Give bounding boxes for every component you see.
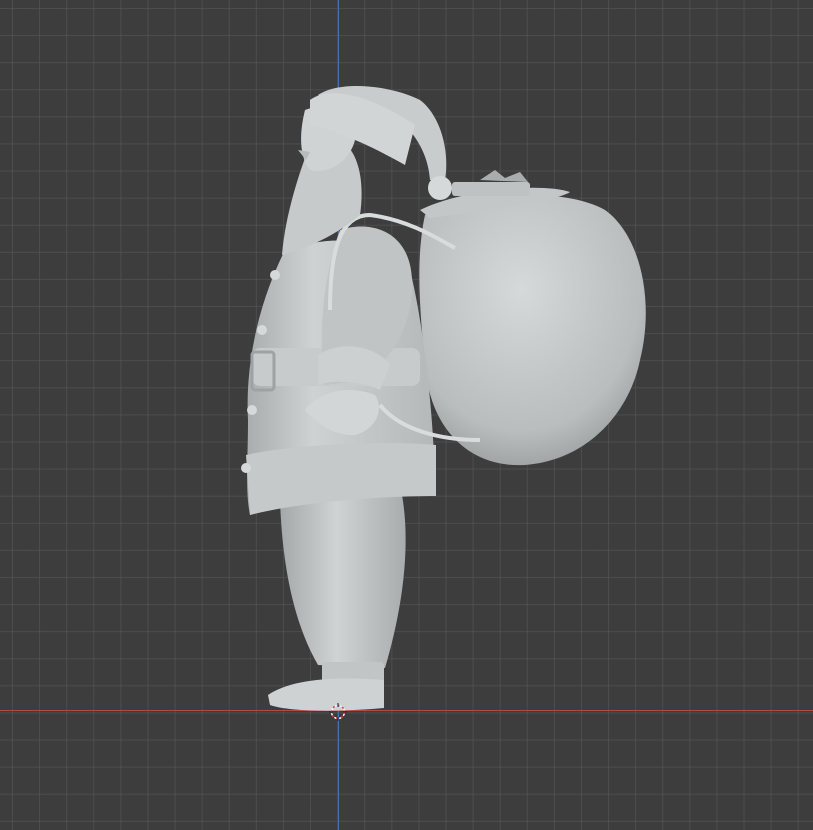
3d-viewport[interactable] — [0, 0, 813, 830]
legs — [268, 495, 406, 711]
sack — [419, 170, 646, 466]
3d-cursor-icon[interactable] — [329, 703, 347, 721]
santa-model[interactable] — [0, 0, 813, 830]
